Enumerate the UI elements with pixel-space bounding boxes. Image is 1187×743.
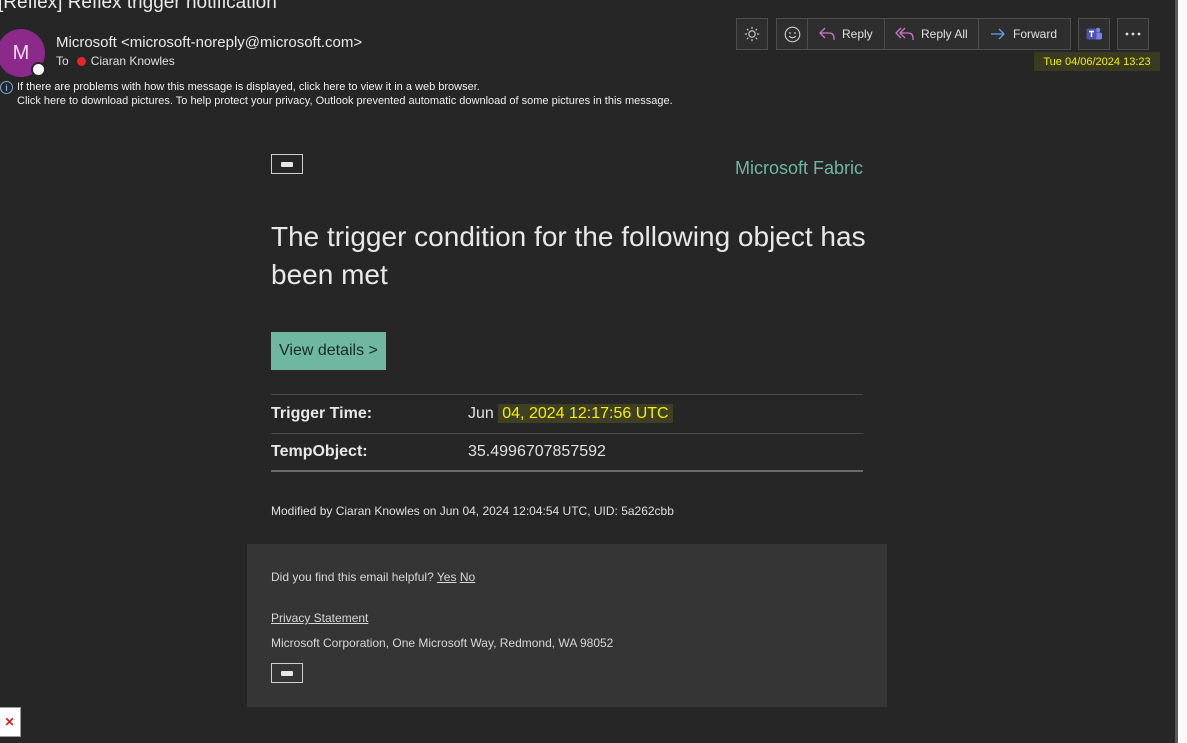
sun-icon bbox=[744, 26, 760, 42]
teams-share-button[interactable] bbox=[1078, 18, 1110, 50]
email-footer: Did you find this email helpful? Yes No … bbox=[247, 544, 887, 707]
reply-label: Reply bbox=[842, 27, 873, 41]
reply-all-button[interactable]: Reply All bbox=[885, 18, 979, 50]
sender-name[interactable]: Microsoft <microsoft-noreply@microsoft.c… bbox=[56, 34, 362, 51]
reply-icon bbox=[819, 27, 835, 40]
reading-pane: [Reflex] Reflex trigger notification M M… bbox=[0, 0, 1175, 743]
trigger-time-label: Trigger Time: bbox=[271, 405, 373, 422]
more-options-button[interactable] bbox=[1117, 18, 1149, 50]
smiley-icon bbox=[784, 26, 800, 42]
download-pictures-notice[interactable]: Click here to download pictures. To help… bbox=[17, 94, 673, 108]
feedback-prompt: Did you find this email helpful? Yes No bbox=[271, 570, 475, 584]
message-datetime: Tue 04/06/2024 13:23 bbox=[1034, 52, 1160, 71]
temp-object-label: TempObject: bbox=[271, 443, 368, 460]
toolbar-theme bbox=[736, 18, 768, 50]
blocked-image-icon bbox=[271, 154, 303, 174]
blocked-image-icon bbox=[271, 663, 303, 683]
email-headline: The trigger condition for the following … bbox=[271, 221, 866, 290]
reply-all-label: Reply All bbox=[921, 27, 968, 41]
window-edge bbox=[1175, 0, 1187, 743]
privacy-statement-link[interactable]: Privacy Statement bbox=[271, 611, 368, 625]
toolbar-more bbox=[1117, 18, 1149, 50]
to-label: To bbox=[56, 54, 69, 68]
broken-image-icon: ✕ bbox=[0, 707, 21, 737]
forward-arrow-icon bbox=[991, 28, 1005, 40]
presence-status-icon bbox=[31, 62, 46, 77]
theme-toggle-button[interactable] bbox=[736, 18, 768, 50]
forward-button[interactable]: Forward bbox=[979, 18, 1071, 50]
feedback-no-link[interactable]: No bbox=[460, 570, 475, 584]
avatar-initial: M bbox=[12, 41, 30, 64]
view-details-button[interactable]: View details > bbox=[271, 332, 386, 370]
info-icon: i bbox=[0, 81, 13, 94]
reply-all-icon bbox=[895, 27, 914, 40]
recipient-row: To Ciaran Knowles bbox=[56, 54, 175, 68]
details-table: Trigger Time: Jun 04, 2024 12:17:56 UTC … bbox=[271, 394, 863, 472]
brand-name: Microsoft Fabric bbox=[734, 158, 863, 178]
feedback-yes-link[interactable]: Yes bbox=[437, 570, 457, 584]
teams-icon bbox=[1086, 27, 1102, 40]
recipient-name[interactable]: Ciaran Knowles bbox=[91, 54, 175, 68]
recipient-presence-icon bbox=[76, 56, 86, 66]
company-address: Microsoft Corporation, One Microsoft Way… bbox=[271, 636, 614, 650]
reply-button[interactable]: Reply bbox=[808, 18, 885, 50]
trigger-time-month: Jun bbox=[468, 405, 499, 422]
modified-info: Modified by Ciaran Knowles on Jun 04, 20… bbox=[271, 504, 674, 518]
toolbar-actions: Reply Reply All Forward bbox=[776, 18, 1071, 50]
trigger-time-highlight: 04, 2024 12:17:56 UTC bbox=[498, 404, 673, 423]
temp-object-value: 35.4996707857592 bbox=[468, 443, 606, 460]
table-row: Trigger Time: Jun 04, 2024 12:17:56 UTC bbox=[271, 394, 863, 433]
feedback-question: Did you find this email helpful? bbox=[271, 570, 434, 584]
trigger-time-value: Jun 04, 2024 12:17:56 UTC bbox=[468, 404, 673, 423]
table-row: TempObject: 35.4996707857592 bbox=[271, 433, 863, 472]
view-in-browser-notice[interactable]: If there are problems with how this mess… bbox=[17, 80, 480, 94]
emoji-react-button[interactable] bbox=[776, 18, 808, 50]
toolbar-teams bbox=[1078, 18, 1110, 50]
more-dots-icon bbox=[1125, 32, 1141, 36]
forward-label: Forward bbox=[1013, 27, 1058, 41]
message-subject: [Reflex] Reflex trigger notification bbox=[0, 0, 277, 13]
